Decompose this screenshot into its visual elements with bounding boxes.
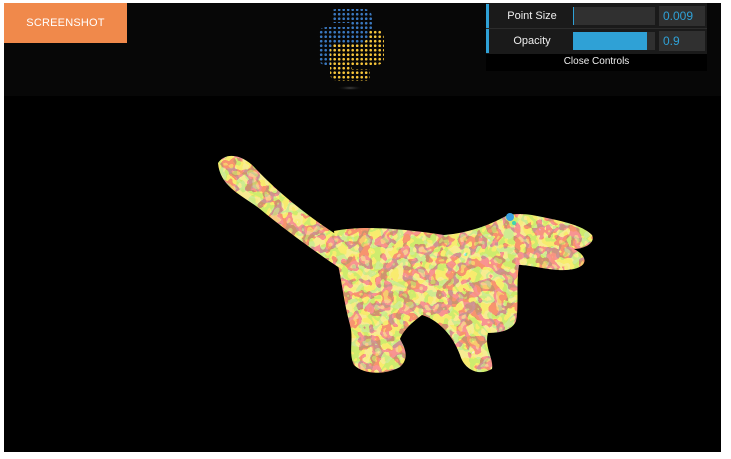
opacity-control: Opacity [486,29,707,53]
screenshot-button[interactable]: SCREENSHOT [4,3,127,43]
python-logo-icon [318,9,384,91]
close-controls-button[interactable]: Close Controls [486,54,707,71]
opacity-label: Opacity [513,35,551,47]
point-size-control: Point Size [486,4,707,28]
opacity-accent [486,29,489,53]
opacity-slider-fill [573,32,647,50]
opacity-slider[interactable] [573,32,655,50]
opacity-input[interactable] [659,31,705,51]
point-size-accent [486,4,489,28]
point-cloud-viewer[interactable]: SCREENSHOT Point Size 0.009 Opacity 0.9 … [4,3,721,452]
controls-panel: Point Size Opacity Close Controls [486,3,707,71]
point-size-input[interactable] [659,6,705,26]
point-size-slider[interactable] [573,7,655,25]
point-size-label: Point Size [507,10,557,22]
point-cloud-model [218,155,593,373]
point-size-slider-fill [573,7,574,25]
